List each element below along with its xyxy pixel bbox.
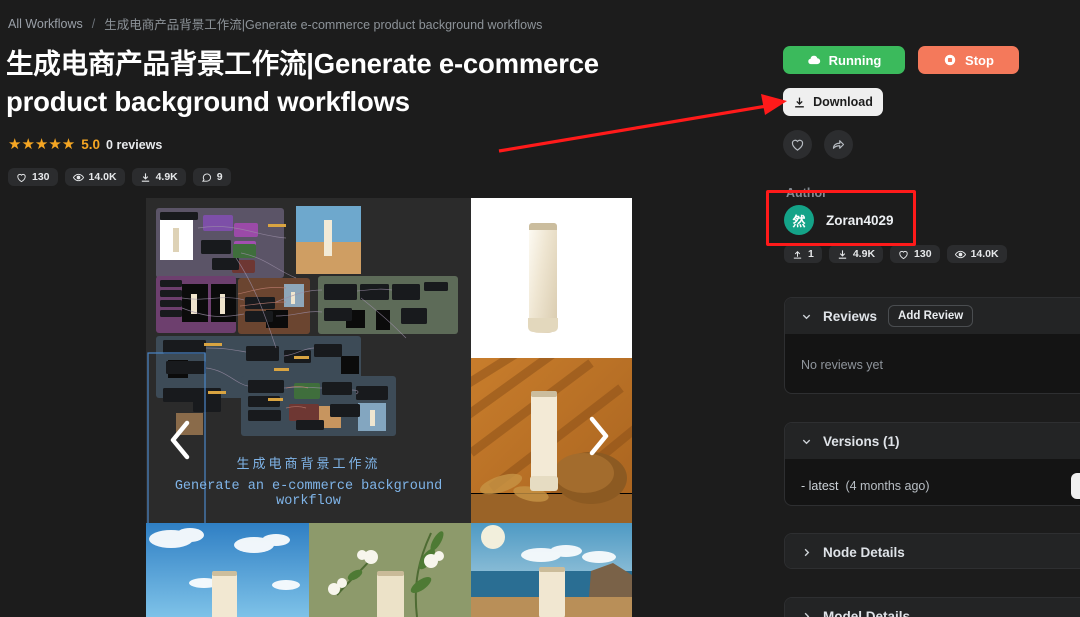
gallery-thumb-sky[interactable] [146, 523, 309, 617]
author-name[interactable]: Zoran4029 [826, 213, 894, 228]
gallery-thumb-flowers[interactable] [309, 523, 471, 617]
heart-icon [899, 250, 908, 259]
download-icon [795, 97, 804, 107]
gallery-next-button[interactable] [576, 406, 620, 466]
heart-icon [791, 139, 804, 151]
rating-row: ★★★★★ 5.0 0 reviews [8, 137, 162, 152]
model-details-title: Model Details [823, 608, 911, 617]
reviews-panel: Reviews Add Review No reviews yet [784, 297, 1080, 394]
chevron-right-icon [804, 548, 810, 556]
reviews-panel-title: Reviews [823, 308, 878, 324]
versions-panel-header[interactable]: Versions (1) [785, 423, 1080, 459]
stat-comments: 9 [192, 168, 231, 186]
stat-likes-value: 130 [32, 170, 50, 183]
rating-value: 5.0 [81, 137, 101, 152]
breadcrumb: All Workflows / 生成电商产品背景工作流|Generate e-c… [8, 14, 542, 33]
breadcrumb-current: 生成电商产品背景工作流|Generate e-commerce product … [104, 18, 543, 32]
running-button[interactable]: Running [783, 46, 905, 74]
stat-comments-value: 9 [216, 170, 223, 183]
page-title: 生成电商产品背景工作流|Generate e-commerce product … [6, 48, 599, 117]
gallery-main-image-node-graph[interactable] [146, 198, 471, 529]
version-item: - latest (4 months ago) [785, 459, 1080, 505]
node-graph-illustration [146, 198, 471, 529]
stat-downloads-value: 4.9K [155, 170, 178, 183]
stop-button[interactable]: Stop [918, 46, 1019, 74]
add-review-button[interactable]: Add Review [888, 305, 974, 327]
stop-circle-icon [944, 54, 956, 66]
upload-icon [793, 250, 802, 259]
author-stat-views: 14.0K [946, 245, 1007, 263]
versions-panel-title: Versions (1) [823, 433, 900, 449]
review-count: 0 reviews [106, 137, 163, 152]
download-icon [838, 249, 847, 259]
favorite-button[interactable] [783, 130, 812, 159]
author-stat-views-value: 14.0K [970, 247, 999, 260]
eye-icon [954, 250, 966, 258]
comment-icon [201, 173, 211, 182]
download-icon [141, 172, 149, 182]
secondary-actions [783, 130, 853, 159]
action-buttons: Running Stop [783, 46, 1019, 74]
reviews-panel-header[interactable]: Reviews Add Review [785, 298, 1080, 334]
gallery-thumb-seaside[interactable] [471, 523, 632, 617]
chevron-down-icon [802, 439, 811, 444]
author-stat-uploads: 1 [784, 245, 822, 263]
cloud-icon [807, 55, 820, 65]
version-name: - latest [801, 479, 839, 493]
running-label: Running [828, 52, 882, 68]
flower-scene-illustration [309, 523, 471, 617]
reviews-empty-text: No reviews yet [801, 358, 883, 372]
chevron-right-icon [589, 416, 609, 456]
breadcrumb-separator: / [91, 16, 96, 31]
model-details-panel[interactable]: Model Details [784, 597, 1080, 617]
author-stat-uploads-value: 1 [808, 247, 814, 260]
author-section-label: Author [786, 186, 827, 200]
breadcrumb-all-workflows[interactable]: All Workflows [8, 17, 83, 31]
eye-icon [72, 173, 84, 181]
version-download-button[interactable] [1071, 473, 1080, 499]
stat-views: 14.0K [64, 168, 125, 186]
model-details-header[interactable]: Model Details [785, 598, 1080, 617]
stat-downloads: 4.9K [131, 168, 186, 186]
author-stat-likes-value: 130 [914, 247, 932, 260]
version-label: - latest (4 months ago) [801, 479, 930, 493]
gallery-prev-button[interactable] [158, 410, 202, 470]
reviews-panel-body: No reviews yet [785, 334, 1080, 390]
media-gallery: 生成电商背景工作流 Generate an e-commerce backgro… [146, 198, 632, 617]
sky-scene-illustration [146, 523, 309, 617]
author-stat-downloads: 4.9K [828, 245, 884, 263]
author-stat-likes: 130 [890, 245, 940, 263]
stop-label: Stop [965, 52, 994, 68]
chevron-left-icon [170, 420, 190, 460]
node-details-header[interactable]: Node Details [785, 534, 1080, 568]
download-label: Download [813, 95, 873, 109]
chevron-down-icon [802, 314, 811, 319]
version-age: (4 months ago) [845, 479, 930, 493]
stat-views-value: 14.0K [88, 170, 117, 183]
gallery-thumb-product-white[interactable] [471, 198, 632, 358]
author-stats: 1 4.9K 130 14.0K [784, 245, 1007, 263]
node-details-panel[interactable]: Node Details [784, 533, 1080, 569]
chevron-right-icon [804, 612, 810, 617]
stat-likes: 130 [8, 168, 58, 186]
versions-panel: Versions (1) - latest (4 months ago) [784, 422, 1080, 506]
share-button[interactable] [824, 130, 853, 159]
node-details-title: Node Details [823, 544, 905, 560]
rating-stars: ★★★★★ [8, 136, 76, 153]
seaside-scene-illustration [471, 523, 632, 617]
avatar: 然 [784, 205, 814, 235]
download-button[interactable]: Download [783, 88, 883, 116]
author-row[interactable]: 然 Zoran4029 [784, 205, 894, 235]
heart-icon [17, 173, 26, 182]
gallery-caption-en: Generate an e-commerce background workfl… [174, 479, 443, 509]
author-stat-downloads-value: 4.9K [852, 247, 876, 260]
workflow-detail-page: All Workflows / 生成电商产品背景工作流|Generate e-c… [0, 0, 1080, 617]
workflow-stats: 130 14.0K 4.9K 9 [8, 168, 231, 186]
share-icon [832, 140, 845, 149]
